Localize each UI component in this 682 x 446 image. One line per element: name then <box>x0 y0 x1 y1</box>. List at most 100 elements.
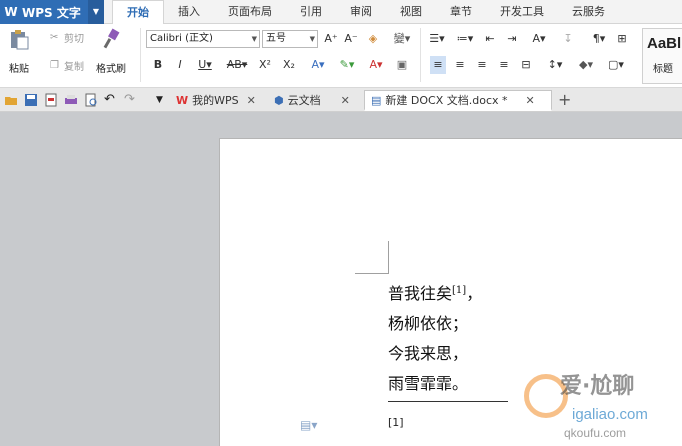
grow-font-icon[interactable]: A⁺ <box>322 30 340 48</box>
divider <box>140 28 141 82</box>
font-name-select[interactable]: Calibri (正文) ▼ <box>146 30 260 48</box>
justify-icon[interactable]: ≡ <box>496 56 512 74</box>
highlight-icon[interactable]: ✎▾ <box>334 56 360 74</box>
poem-line-2: 杨柳依依； <box>388 314 469 333</box>
app-menu-button[interactable]: W WPS 文字 ▼ <box>0 0 104 24</box>
wps-logo-icon: W <box>4 5 18 19</box>
scissors-icon: ✂ <box>50 31 59 43</box>
doc-tab-active[interactable]: ▤ 新建 DOCX 文档.docx * ✕ <box>364 90 552 111</box>
ribbon: 粘贴 ✂ 剪切 ❐ 复制 格式刷 Calibri (正文) ▼ 五号 ▼ A⁺ A⁻… <box>0 24 682 88</box>
close-icon[interactable]: ✕ <box>341 90 350 111</box>
align-center-icon[interactable]: ≡ <box>452 56 468 74</box>
tab-references[interactable]: 引用 <box>286 0 336 24</box>
new-tab-icon[interactable]: + <box>558 90 571 110</box>
text-effect-icon[interactable]: A▾ <box>306 56 330 74</box>
font-size-value: 五号 <box>266 33 286 44</box>
bold-icon[interactable]: B <box>150 56 166 74</box>
paste-options-icon[interactable]: ▤▾ <box>300 418 326 432</box>
italic-icon[interactable]: I <box>172 56 188 74</box>
borders-icon[interactable]: ▢▾ <box>604 56 628 74</box>
chevron-down-icon[interactable]: ▼ <box>88 0 104 24</box>
watermark-url: igaliao.com <box>572 406 648 423</box>
poem-line-3: 今我来思， <box>388 344 469 363</box>
shading-icon[interactable]: ◆▾ <box>574 56 598 74</box>
line-spacing-icon[interactable]: ↕▾ <box>544 56 566 74</box>
align-right-icon[interactable]: ≡ <box>474 56 490 74</box>
superscript-icon[interactable]: X² <box>256 56 274 74</box>
case-icon[interactable]: A▾ <box>528 30 550 48</box>
save-icon[interactable] <box>24 93 38 107</box>
decrease-indent-icon[interactable]: ⇤ <box>482 30 498 48</box>
brush-icon <box>103 28 120 49</box>
cut-button[interactable]: ✂ 剪切 <box>50 30 84 46</box>
style-title-button[interactable]: AaBl 标题 <box>642 28 682 84</box>
bullets-icon[interactable]: ☰▾ <box>426 30 448 48</box>
chevron-down-icon: ▼ <box>251 35 257 43</box>
char-shading-icon[interactable]: ▣ <box>394 56 410 74</box>
menu-bar: W WPS 文字 ▼ 开始 插入 页面布局 引用 审阅 视图 章节 开发工具 云… <box>0 0 682 24</box>
font-name-value: Calibri (正文) <box>150 33 213 44</box>
chevron-down-icon: ▼ <box>309 35 315 43</box>
redo-icon[interactable]: ↷ <box>124 93 138 107</box>
output-pdf-icon[interactable] <box>44 93 58 107</box>
clear-format-icon[interactable]: ◈ <box>364 30 382 48</box>
tab-developer[interactable]: 开发工具 <box>486 0 558 24</box>
sort-icon[interactable]: ↧ <box>560 30 576 48</box>
paste-button[interactable]: 粘贴 <box>8 28 30 75</box>
footnote-text[interactable]: [1] <box>388 416 404 429</box>
watermark: 爱·尬聊 igaliao.com qkoufu.com <box>520 360 682 446</box>
doc-tab-cloud[interactable]: ⬢ 云文档 ✕ <box>274 90 350 111</box>
poem-line-1: 普我往矣[1]， <box>388 284 483 303</box>
close-icon[interactable]: ✕ <box>247 90 256 111</box>
align-left-icon[interactable]: ≡ <box>430 56 446 74</box>
tab-sections[interactable]: 章节 <box>436 0 486 24</box>
doc-tab-label: 我的WPS <box>192 94 239 107</box>
show-marks-icon[interactable]: ¶▾ <box>588 30 610 48</box>
format-painter-label: 格式刷 <box>96 64 126 75</box>
print-preview-icon[interactable] <box>84 93 98 107</box>
shrink-font-icon[interactable]: A⁻ <box>342 30 360 48</box>
phonetic-icon[interactable]: 變▾ <box>388 30 416 48</box>
cut-label: 剪切 <box>64 34 84 45</box>
tab-review[interactable]: 审阅 <box>336 0 386 24</box>
footnote-ref[interactable]: [1] <box>452 285 466 296</box>
print-icon[interactable] <box>64 93 78 107</box>
menu-tabs: 开始 插入 页面布局 引用 审阅 视图 章节 开发工具 云服务 <box>112 0 619 24</box>
copy-label: 复制 <box>64 62 84 73</box>
distribute-icon[interactable]: ⊟ <box>518 56 534 74</box>
doc-tab-label: 云文档 <box>287 94 321 107</box>
font-color-icon[interactable]: A▾ <box>364 56 388 74</box>
copy-button[interactable]: ❐ 复制 <box>50 58 84 74</box>
cube-icon: ⬢ <box>274 94 284 107</box>
tab-insert[interactable]: 插入 <box>164 0 214 24</box>
numbering-icon[interactable]: ≔▾ <box>454 30 476 48</box>
style-name: 标题 <box>653 64 673 75</box>
open-folder-icon[interactable] <box>4 93 18 107</box>
underline-icon[interactable]: U▾ <box>194 56 216 74</box>
copy-icon: ❐ <box>50 59 59 71</box>
strikethrough-icon[interactable]: AB▾ <box>224 56 250 74</box>
document-body[interactable]: 普我往矣[1]， 杨柳依依； 今我来思， 雨雪霏霏。 <box>388 276 482 399</box>
tab-home[interactable]: 开始 <box>112 0 164 24</box>
close-icon[interactable]: ✕ <box>526 90 535 111</box>
document-icon: ▤ <box>371 93 382 107</box>
paste-label: 粘贴 <box>9 64 29 75</box>
tab-cloud[interactable]: 云服务 <box>558 0 619 24</box>
document-tab-bar: ↶ ↷ ▼ W 我的WPS ✕ ⬢ 云文档 ✕ ▤ 新建 DOCX 文档.doc… <box>0 88 682 112</box>
undo-icon[interactable]: ↶ <box>104 93 118 107</box>
font-size-select[interactable]: 五号 ▼ <box>262 30 318 48</box>
format-painter-button[interactable]: 格式刷 <box>96 28 126 75</box>
watermark-text: 爱·尬聊 <box>560 374 635 399</box>
tab-page-layout[interactable]: 页面布局 <box>214 0 286 24</box>
chevron-down-icon[interactable]: ▼ <box>156 93 170 107</box>
table-icon[interactable]: ⊞ <box>614 30 630 48</box>
footnote-separator <box>388 401 508 402</box>
style-sample: AaBl <box>647 35 682 52</box>
increase-indent-icon[interactable]: ⇥ <box>504 30 520 48</box>
poem-line-4: 雨雪霏霏。 <box>388 374 469 393</box>
margin-corner-mark <box>355 241 389 274</box>
subscript-icon[interactable]: X₂ <box>280 56 298 74</box>
doc-tab-my-wps[interactable]: W 我的WPS ✕ <box>176 90 256 111</box>
doc-tab-label: 新建 DOCX 文档.docx * <box>385 93 508 107</box>
tab-view[interactable]: 视图 <box>386 0 436 24</box>
